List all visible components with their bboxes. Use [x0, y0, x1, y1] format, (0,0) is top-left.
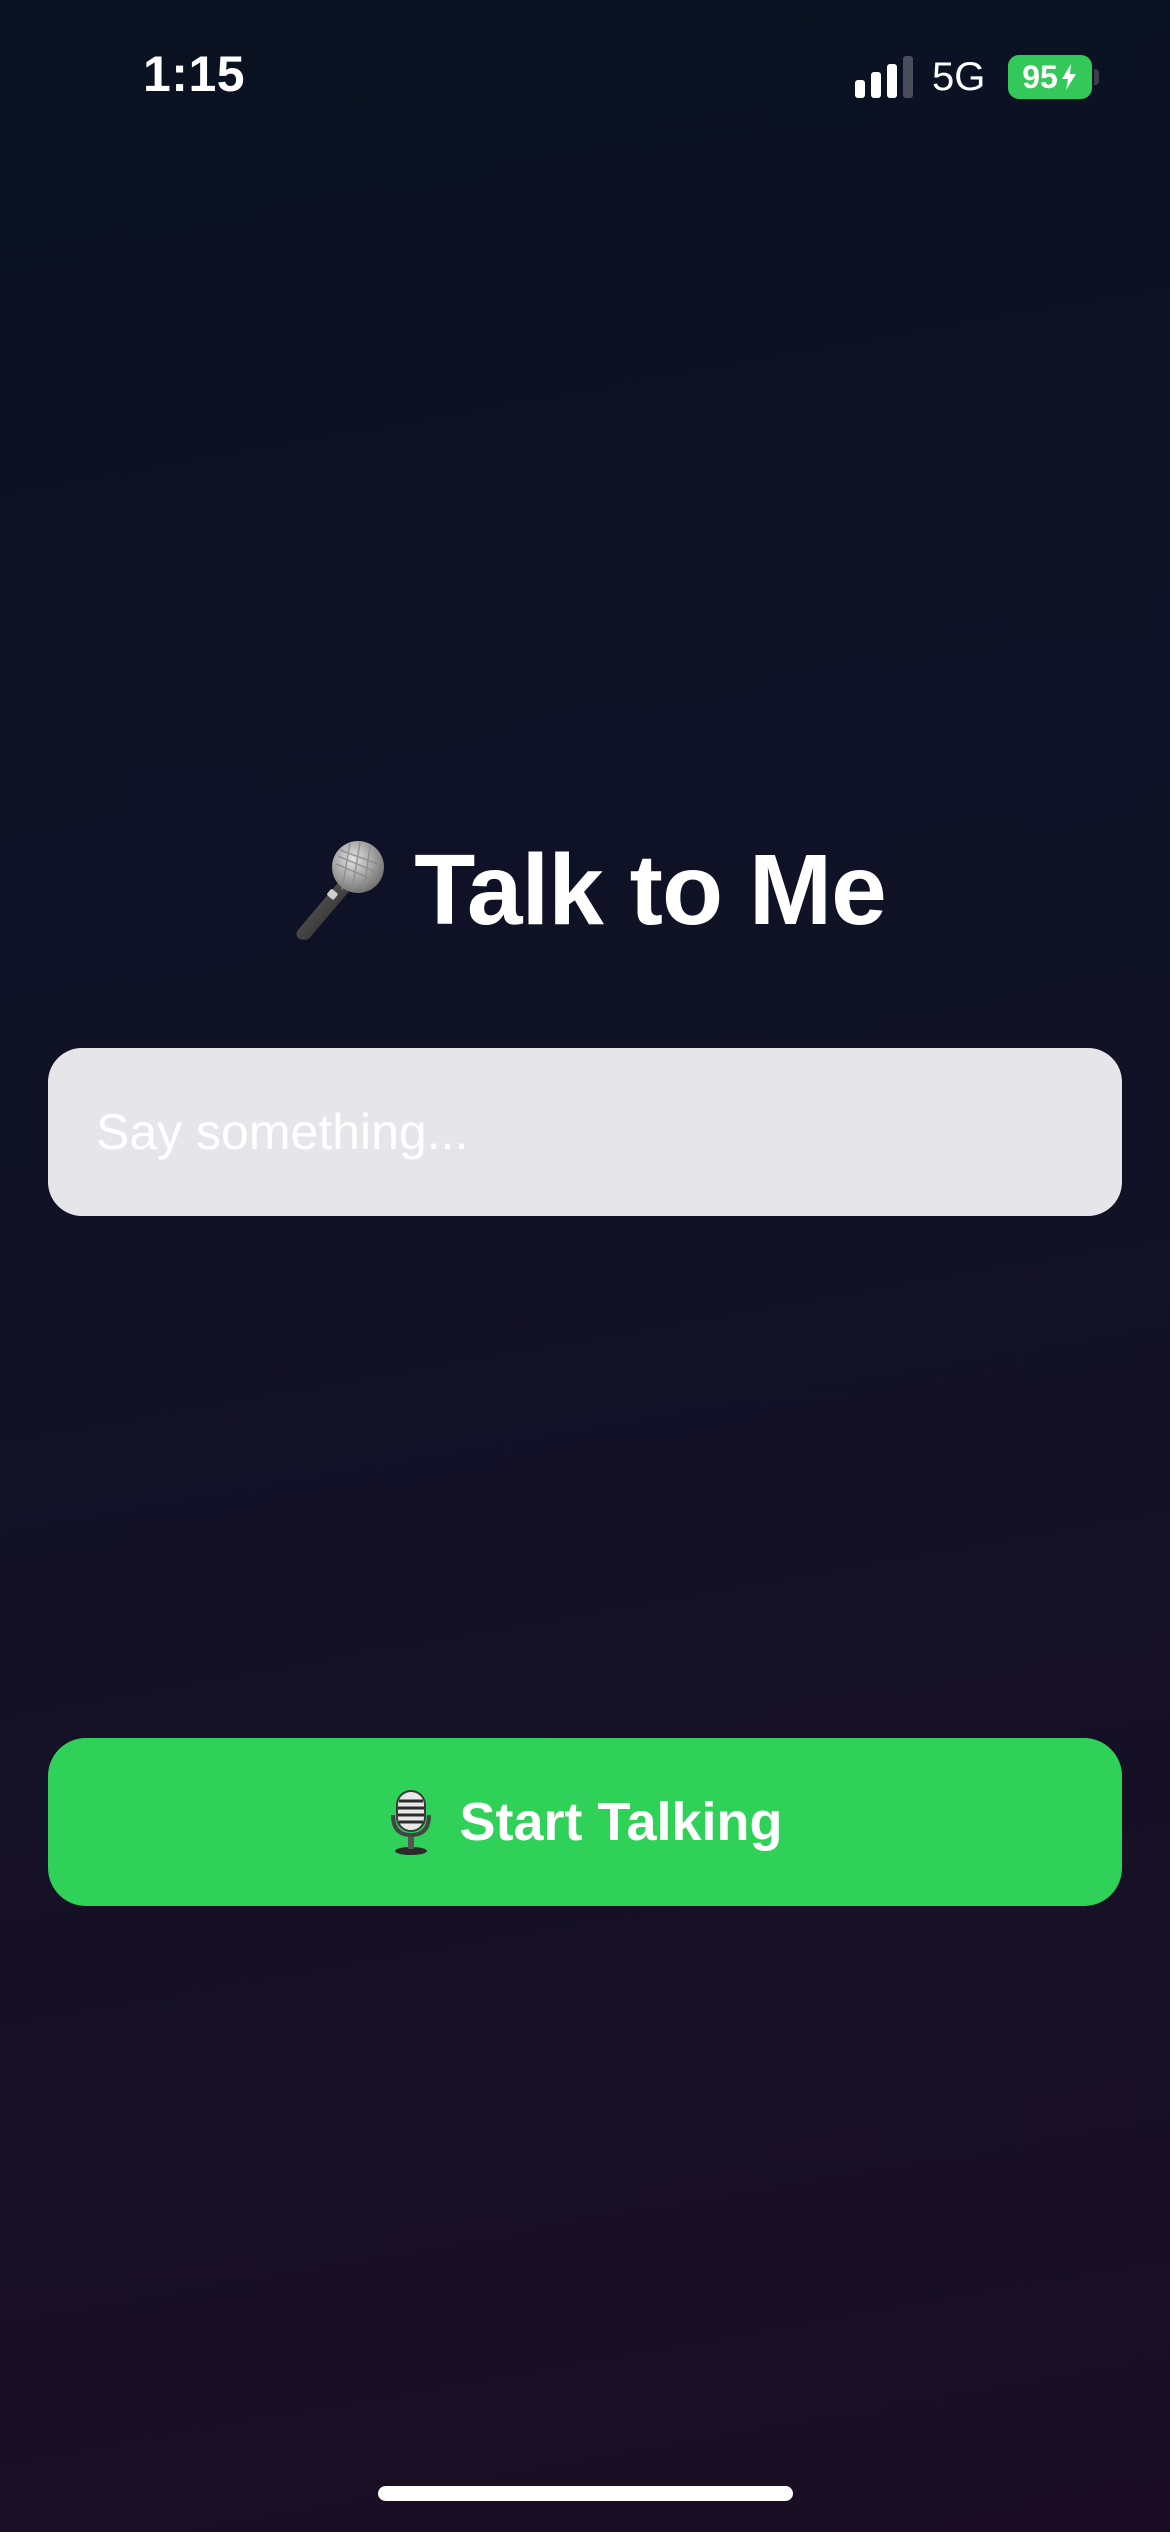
studio-microphone-icon — [391, 1790, 432, 1855]
microphone-icon — [296, 841, 385, 940]
network-type-label: 5G — [932, 55, 986, 99]
start-button-label: Start Talking — [459, 1792, 783, 1852]
cellular-signal-icon — [855, 56, 913, 98]
battery-cap — [1094, 69, 1099, 85]
speech-input[interactable] — [48, 1048, 1122, 1216]
battery-indicator: 95 — [1008, 55, 1092, 99]
charging-bolt-icon — [1061, 64, 1076, 90]
status-time: 1:15 — [143, 46, 246, 102]
page-header: Talk to Me — [0, 820, 1170, 960]
home-indicator[interactable] — [378, 2486, 793, 2501]
status-bar: 1:15 5G 95 — [0, 0, 1170, 150]
battery-level: 95 — [1022, 59, 1058, 95]
start-talking-button[interactable]: Start Talking — [48, 1738, 1122, 1906]
page-title: Talk to Me — [414, 834, 887, 946]
